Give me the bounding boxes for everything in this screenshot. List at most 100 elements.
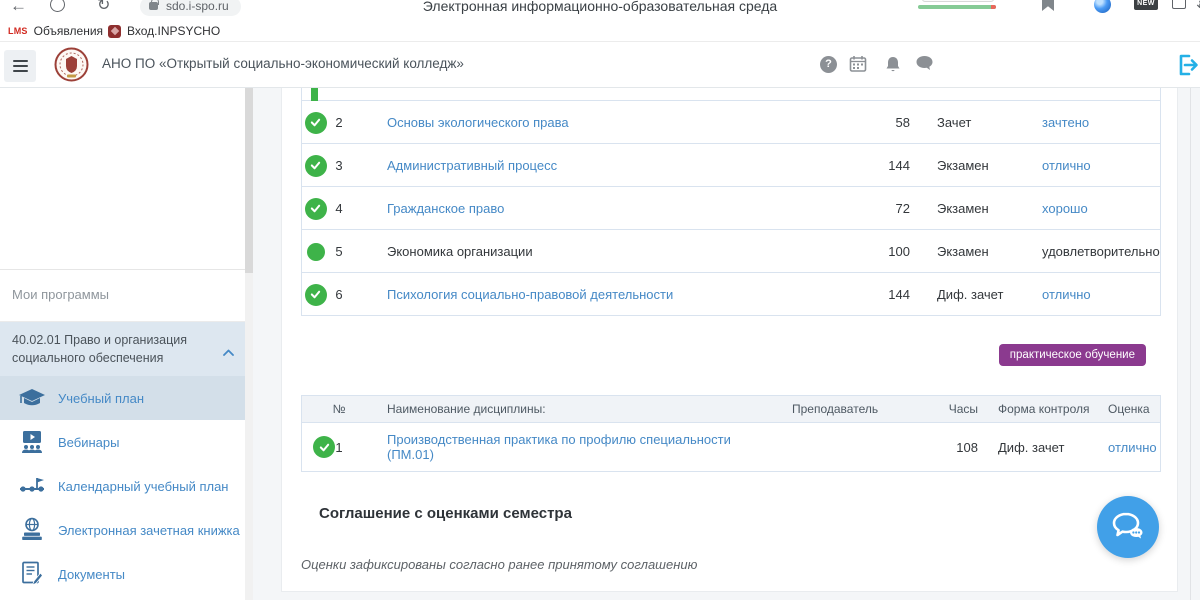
- table-top-sliver: [301, 88, 1161, 101]
- sidebar-item-label: Календарный учебный план: [58, 479, 228, 494]
- check-circle-icon: [305, 198, 327, 220]
- bell-icon[interactable]: [884, 55, 904, 75]
- org-name: АНО ПО «Открытый социально-экономический…: [102, 56, 464, 71]
- rating-bar: [918, 5, 996, 9]
- sidebar: Мои программы 40.02.01 Право и организац…: [0, 88, 253, 600]
- control-form: Диф. зачет: [910, 287, 1030, 302]
- panel-icon[interactable]: [1172, 0, 1186, 9]
- chat-icon[interactable]: [915, 55, 935, 75]
- sidebar-item-calendar-plan[interactable]: Календарный учебный план: [0, 464, 246, 508]
- bookmark-inpsycho[interactable]: Вход.INPSYCHO: [108, 22, 220, 40]
- control-form: Зачет: [910, 115, 1030, 130]
- col-header-teacher: Преподаватель: [760, 402, 930, 416]
- discipline-label: Экономика организации: [376, 244, 855, 259]
- table-row: 1 Производственная практика по профилю с…: [302, 423, 1160, 471]
- semester-table: 2Основы экологического права58Зачетзачте…: [301, 101, 1161, 316]
- table-row: 6Психология социально-правовой деятельно…: [302, 273, 1160, 316]
- discipline-link[interactable]: Основы экологического права: [376, 115, 855, 130]
- col-header-hours: Часы: [930, 402, 978, 416]
- grade-label: удовлетворительно: [1030, 244, 1160, 259]
- document-pencil-icon: [18, 561, 46, 587]
- control-form: Экзамен: [910, 201, 1030, 216]
- grade-link[interactable]: отлично: [1030, 158, 1160, 173]
- calendar-icon[interactable]: [849, 55, 869, 75]
- download-icon[interactable]: ⇣: [1194, 0, 1200, 12]
- check-circle-icon: [313, 436, 335, 458]
- grade-link[interactable]: отлично: [1030, 287, 1160, 302]
- agreement-note: Оценки зафиксированы согласно ранее прин…: [301, 557, 697, 572]
- discipline-link[interactable]: Производственная практика по профилю спе…: [376, 432, 760, 462]
- check-circle-icon: [305, 155, 327, 177]
- sidebar-item-label: Вебинары: [58, 435, 119, 450]
- graduation-cap-icon: [18, 385, 46, 411]
- sidebar-program-item[interactable]: 40.02.01 Право и организация социального…: [0, 322, 246, 376]
- app-header: АНО ПО «Открытый социально-экономический…: [0, 42, 1200, 88]
- check-circle-icon: [305, 112, 327, 134]
- browser-toolbar: ← ↻ sdo.i-spo.ru Электронная информацион…: [0, 0, 1200, 20]
- hours-value: 108: [930, 440, 978, 455]
- sidebar-scrollbar[interactable]: [245, 88, 253, 600]
- logout-icon[interactable]: [1176, 52, 1200, 78]
- rating-widget[interactable]: [918, 0, 1000, 12]
- sidebar-section-title: Мои программы: [0, 270, 245, 322]
- discipline-link[interactable]: Психология социально-правовой деятельнос…: [376, 287, 855, 302]
- sidebar-item-documents[interactable]: Документы: [0, 552, 246, 596]
- emblem-favicon: [108, 25, 121, 38]
- sidebar-item-label: Учебный план: [58, 391, 144, 406]
- discipline-link[interactable]: Гражданское право: [376, 201, 855, 216]
- agreement-section-title: Соглашение с оценками семестра: [319, 505, 572, 522]
- table-row: 4Гражданское право72Экзаменхорошо: [302, 187, 1160, 230]
- col-header-control: Форма контроля: [978, 402, 1090, 416]
- table-row: 2Основы экологического права58Зачетзачте…: [302, 101, 1160, 144]
- bookmark-announcements[interactable]: LMS Объявления: [8, 22, 103, 40]
- page-title: Электронная информационно-образовательна…: [0, 0, 1200, 14]
- screen: ← ↻ sdo.i-spo.ru Электронная информацион…: [0, 0, 1200, 600]
- semester-table-rows: 2Основы экологического права58Зачетзачте…: [302, 101, 1160, 316]
- check-circle-icon: [305, 284, 327, 306]
- progress-dot: [307, 243, 325, 261]
- control-form: Экзамен: [910, 244, 1030, 259]
- col-header-num: №: [302, 402, 376, 416]
- sidebar-item-gradebook[interactable]: Электронная зачетная книжка: [0, 508, 246, 552]
- chevron-up-icon: [223, 343, 234, 361]
- sidebar-empty-panel: [0, 88, 245, 270]
- hours-value: 144: [855, 287, 910, 302]
- table-row: 5Экономика организации100Экзаменудовлетв…: [302, 230, 1160, 273]
- practice-table: № Наименование дисциплины: Преподаватель…: [301, 395, 1161, 472]
- grade-link[interactable]: зачтено: [1030, 115, 1160, 130]
- rating-text-cut: [922, 0, 994, 2]
- main-content: 2Основы экологического права58Зачетзачте…: [281, 88, 1178, 592]
- hours-value: 144: [855, 158, 910, 173]
- grade-link[interactable]: отлично: [1090, 440, 1160, 455]
- discipline-link[interactable]: Административный процесс: [376, 158, 855, 173]
- globe-books-icon: [18, 517, 46, 543]
- practical-training-badge[interactable]: практическое обучение: [999, 344, 1146, 366]
- hours-value: 72: [855, 201, 910, 216]
- practice-table-header: № Наименование дисциплины: Преподаватель…: [302, 396, 1160, 423]
- control-form: Экзамен: [910, 158, 1030, 173]
- menu-toggle-button[interactable]: [4, 50, 36, 82]
- sidebar-item-webinars[interactable]: Вебинары: [0, 420, 246, 464]
- lms-favicon: LMS: [8, 26, 28, 36]
- sidebar-item-label: Электронная зачетная книжка: [58, 523, 240, 538]
- grade-link[interactable]: хорошо: [1030, 201, 1160, 216]
- program-title: 40.02.01 Право и организация социального…: [12, 333, 187, 365]
- sidebar-item-label: Документы: [58, 567, 125, 582]
- help-icon[interactable]: ?: [820, 56, 837, 73]
- bookmarks-bar: LMS Объявления Вход.INPSYCHO: [0, 20, 1200, 42]
- webinar-icon: [18, 429, 46, 455]
- bookmark-label: Вход.INPSYCHO: [127, 24, 220, 38]
- col-header-name: Наименование дисциплины:: [376, 402, 760, 416]
- table-row: 3Административный процесс144Экзаменотлич…: [302, 144, 1160, 187]
- hours-value: 58: [855, 115, 910, 130]
- control-form: Диф. зачет: [978, 440, 1090, 455]
- new-badge[interactable]: NEW: [1134, 0, 1158, 10]
- bookmark-label: Объявления: [34, 24, 103, 38]
- milestones-icon: [18, 473, 46, 499]
- sidebar-item-curriculum[interactable]: Учебный план: [0, 376, 246, 420]
- college-logo: [54, 47, 89, 82]
- chat-fab-button[interactable]: [1097, 496, 1159, 558]
- col-header-grade: Оценка: [1090, 402, 1160, 416]
- page-scrollbar[interactable]: [1190, 88, 1191, 600]
- hours-value: 100: [855, 244, 910, 259]
